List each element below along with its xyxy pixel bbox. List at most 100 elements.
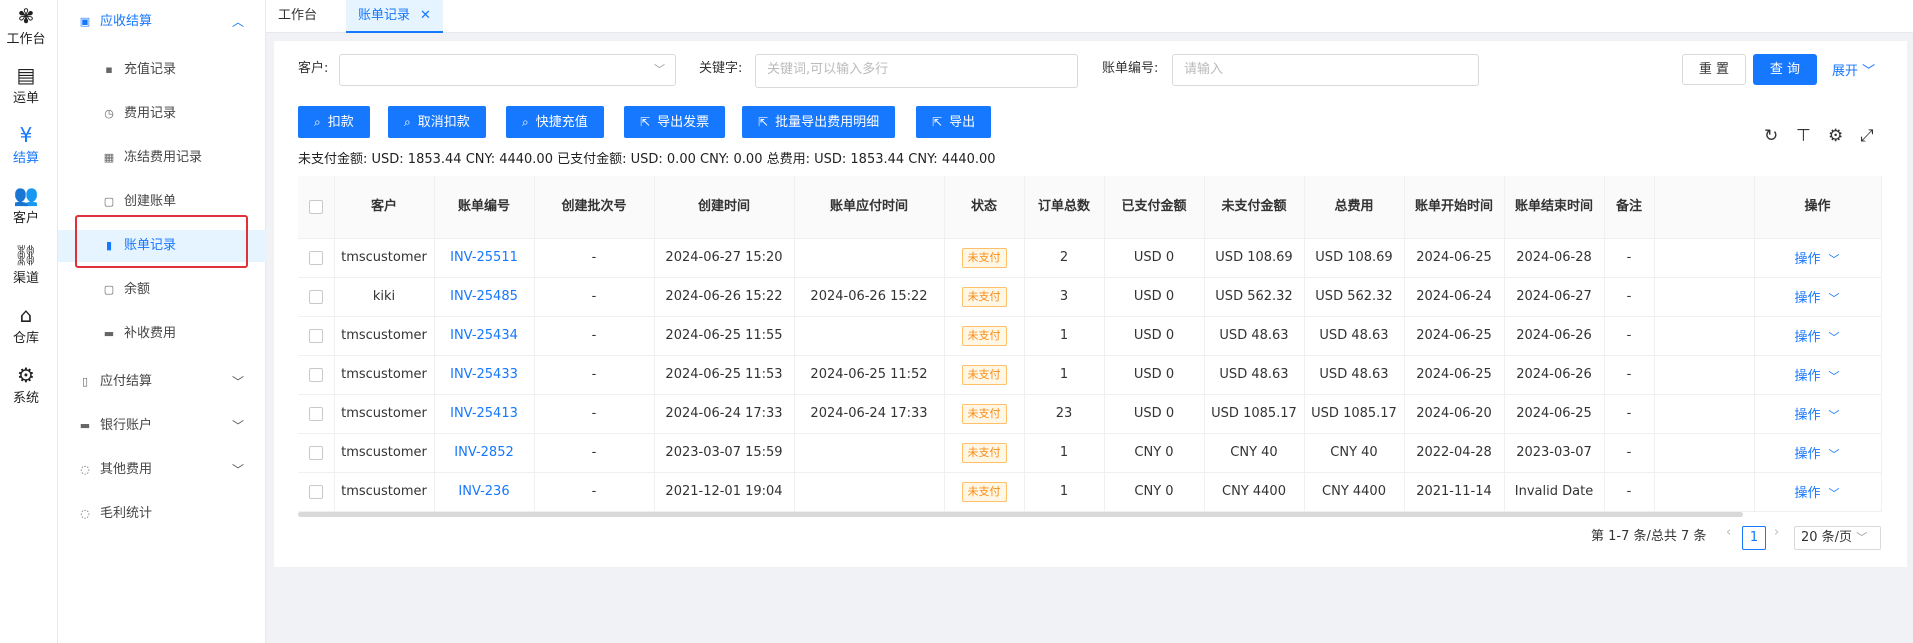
menu-item-gross-profit[interactable]: ◌ 毛利统计	[58, 498, 266, 530]
row-actions-label: 操作	[1794, 291, 1821, 306]
menu-group-payable[interactable]: ▯ 应付结算 ﹀	[58, 366, 266, 398]
export-invoice-button[interactable]: ⇱ 导出发票	[624, 106, 726, 138]
rail-warehouse[interactable]: ⌂ 仓库	[0, 303, 52, 346]
deduct-button[interactable]: ⌕ 扣款	[298, 106, 370, 138]
refresh-icon[interactable]: ↻	[1764, 126, 1778, 146]
prev-page-icon[interactable]: ‹	[1726, 525, 1731, 540]
table-cell: tmscustomer	[334, 433, 435, 473]
page-size-select[interactable]: 20 条/页 ﹀	[1794, 526, 1881, 550]
row-checkbox[interactable]	[298, 316, 335, 356]
table-cell: 2023-03-07 15:59	[654, 433, 795, 473]
tab-bar: 工作台 账单记录 ✕	[266, 0, 1913, 33]
col-end: 账单结束时间	[1504, 176, 1605, 239]
bill-no-link[interactable]: INV-2852	[434, 433, 535, 473]
sidebar-item-balance[interactable]: ▢ 余额	[58, 274, 266, 306]
fullscreen-icon[interactable]: ⤢	[1860, 126, 1874, 146]
close-icon[interactable]: ✕	[420, 8, 431, 23]
billno-input[interactable]: 请输入	[1172, 54, 1479, 86]
page-1-button[interactable]: 1	[1742, 526, 1766, 550]
col-customer: 客户	[334, 176, 435, 239]
customer-select[interactable]: ﹀	[339, 54, 676, 86]
tab-bill-records[interactable]: 账单记录 ✕	[346, 0, 443, 33]
bill-no-link[interactable]: INV-25413	[434, 394, 535, 434]
row-actions-label: 操作	[1794, 330, 1821, 345]
table-cell: tmscustomer	[334, 472, 435, 512]
sidebar-item-extra-fees[interactable]: ▬ 补收费用	[58, 318, 266, 350]
col-total: 总费用	[1304, 176, 1405, 239]
row-actions-label: 操作	[1794, 447, 1821, 462]
row-actions-dropdown[interactable]: 操作 ﹀	[1754, 472, 1882, 512]
settings-icon[interactable]: ⚙	[1828, 126, 1843, 146]
horizontal-scrollbar[interactable]	[298, 512, 1743, 517]
row-checkbox[interactable]	[298, 433, 335, 473]
row-actions-dropdown[interactable]: 操作 ﹀	[1754, 277, 1882, 317]
status-badge: 未支付	[961, 247, 1007, 268]
menu-group-other-fees[interactable]: ◌ 其他费用 ﹀	[58, 454, 266, 486]
table-cell: 1	[1024, 355, 1105, 395]
row-actions-dropdown[interactable]: 操作 ﹀	[1754, 355, 1882, 395]
bill-no-link[interactable]: INV-25433	[434, 355, 535, 395]
chevron-down-icon: ﹀	[1828, 370, 1840, 383]
row-actions-dropdown[interactable]: 操作 ﹀	[1754, 316, 1882, 356]
table-cell: USD 48.63	[1304, 316, 1405, 356]
table-cell: -	[1604, 433, 1655, 473]
document-icon: ▯	[81, 375, 89, 388]
row-checkbox[interactable]	[298, 394, 335, 434]
column-height-icon[interactable]: ⊤	[1796, 126, 1811, 146]
query-button[interactable]: 查 询	[1753, 54, 1817, 85]
row-checkbox[interactable]	[298, 277, 335, 317]
menu-group-receivable[interactable]: ▣ 应收结算 ︿	[58, 6, 266, 38]
sidebar-menu: ▣ 应收结算 ︿ ▪ 充值记录 ◷ 费用记录 ▦ 冻结费用记录 ▢ 创建账单 ▮ 账单记录 ▢…	[58, 0, 266, 643]
sidebar-item-recharge[interactable]: ▪ 充值记录	[58, 54, 266, 86]
table-row: tmscustomer INV-2852-2023-03-07 15:59 未支付 1…	[298, 433, 1882, 473]
wallet-icon: ▬	[79, 419, 91, 432]
tab-workbench[interactable]: 工作台	[266, 0, 329, 33]
batch-export-button[interactable]: ⇱ 批量导出费用明细	[742, 106, 896, 138]
reset-button[interactable]: 重 置	[1682, 54, 1746, 85]
expand-link[interactable]: 展开 ﹀	[1832, 60, 1875, 79]
table-cell: CNY 40	[1204, 433, 1305, 473]
rail-channel[interactable]: ⛓ 渠道	[0, 243, 52, 286]
bill-no-link[interactable]: INV-236	[434, 472, 535, 512]
row-actions-dropdown[interactable]: 操作 ﹀	[1754, 238, 1882, 278]
table-cell: USD 108.69	[1204, 238, 1305, 278]
next-page-icon[interactable]: ›	[1774, 525, 1779, 540]
rail-waybill[interactable]: ▤ 运单	[0, 63, 52, 106]
table-cell: 2024-06-20	[1404, 394, 1505, 434]
table-cell: -	[1604, 472, 1655, 512]
row-actions-dropdown[interactable]: 操作 ﹀	[1754, 394, 1882, 434]
menu-group-bank[interactable]: ▬ 银行账户 ﹀	[58, 410, 266, 442]
table-cell: 2024-06-25 11:55	[654, 316, 795, 356]
rail-workbench[interactable]: ✾ 工作台	[0, 4, 52, 47]
bill-no-link[interactable]: INV-25434	[434, 316, 535, 356]
chevron-down-icon: ﹀	[1828, 448, 1840, 461]
keyword-textarea[interactable]: 关键词,可以输入多行	[755, 54, 1078, 88]
bill-no-link[interactable]: INV-25485	[434, 277, 535, 317]
row-checkbox[interactable]	[298, 355, 335, 395]
row-actions-dropdown[interactable]: 操作 ﹀	[1754, 433, 1882, 473]
status-badge: 未支付	[961, 442, 1007, 463]
refresh-icon: ◌	[80, 463, 90, 476]
table-cell: 2023-03-07	[1504, 433, 1605, 473]
chevron-down-icon: ﹀	[1828, 409, 1840, 422]
row-checkbox[interactable]	[298, 238, 335, 278]
quick-recharge-button[interactable]: ⌕ 快捷充值	[506, 106, 604, 138]
billno-label: 账单编号:	[1102, 61, 1159, 76]
bill-no-link[interactable]: INV-25511	[434, 238, 535, 278]
rail-system[interactable]: ⚙ 系统	[0, 363, 52, 406]
rail-customer[interactable]: 👥 客户	[0, 183, 52, 226]
table-row: tmscustomer INV-25413-2024-06-24 17:33 202…	[298, 394, 1882, 434]
sidebar-item-fees[interactable]: ◷ 费用记录	[58, 98, 266, 130]
cancel-deduct-button[interactable]: ⌕ 取消扣款	[388, 106, 486, 138]
table-cell: USD 0	[1104, 316, 1205, 356]
table-cell: USD 0	[1104, 277, 1205, 317]
sidebar-item-create-bill[interactable]: ▢ 创建账单	[58, 186, 266, 218]
rail-settlement[interactable]: ¥ 结算	[0, 123, 52, 166]
calendar-icon: ▢	[103, 195, 115, 208]
export-button[interactable]: ⇱ 导出	[916, 106, 992, 138]
select-all-checkbox[interactable]	[298, 176, 335, 239]
table-cell: -	[534, 316, 655, 356]
sidebar-item-frozen[interactable]: ▦ 冻结费用记录	[58, 142, 266, 174]
row-checkbox[interactable]	[298, 472, 335, 512]
table-cell	[1654, 316, 1755, 356]
